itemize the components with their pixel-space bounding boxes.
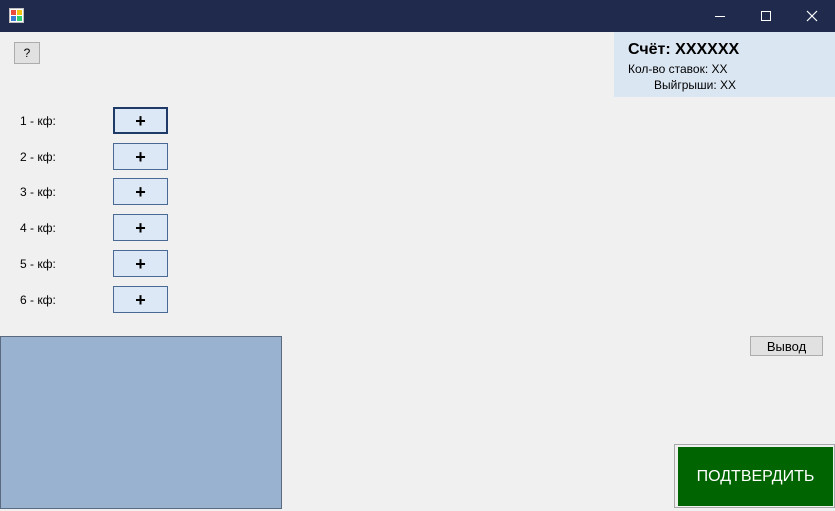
add-odds-button-2[interactable]: + bbox=[113, 143, 168, 170]
maximize-button[interactable] bbox=[743, 0, 789, 32]
title-bar bbox=[0, 0, 835, 32]
odds-row-2: 2 - кф: + bbox=[0, 143, 180, 171]
add-odds-button-4[interactable]: + bbox=[113, 214, 168, 241]
output-button[interactable]: Вывод bbox=[750, 336, 823, 356]
odds-label: 4 - кф: bbox=[20, 221, 56, 235]
odds-row-5: 5 - кф: + bbox=[0, 250, 180, 278]
minimize-button[interactable] bbox=[697, 0, 743, 32]
odds-label: 1 - кф: bbox=[20, 114, 56, 128]
odds-label: 2 - кф: bbox=[20, 150, 56, 164]
wins-count: Выйгрыши: XX bbox=[654, 78, 737, 92]
score-panel: Счёт: XXXXXX Кол-во ставок: XX Выйгрыши:… bbox=[614, 32, 835, 97]
score-title: Счёт: XXXXXX bbox=[628, 41, 740, 58]
odds-label: 6 - кф: bbox=[20, 293, 56, 307]
close-icon bbox=[806, 10, 818, 22]
add-odds-button-3[interactable]: + bbox=[113, 178, 168, 205]
odds-row-6: 6 - кф: + bbox=[0, 286, 180, 314]
add-odds-button-6[interactable]: + bbox=[113, 286, 168, 313]
odds-row-1: 1 - кф: + bbox=[0, 107, 180, 135]
app-icon bbox=[9, 8, 24, 23]
client-area: ? Счёт: XXXXXX Кол-во ставок: XX Выйгрыш… bbox=[0, 32, 835, 511]
confirm-button[interactable]: ПОДТВЕРДИТЬ bbox=[678, 447, 833, 506]
help-button[interactable]: ? bbox=[14, 42, 40, 64]
add-odds-button-1[interactable]: + bbox=[113, 107, 168, 134]
add-odds-button-5[interactable]: + bbox=[113, 250, 168, 277]
odds-label: 5 - кф: bbox=[20, 257, 56, 271]
bets-count: Кол-во ставок: XX bbox=[628, 62, 728, 76]
close-button[interactable] bbox=[789, 0, 835, 32]
minimize-icon bbox=[715, 16, 725, 17]
odds-label: 3 - кф: bbox=[20, 185, 56, 199]
maximize-icon bbox=[761, 11, 771, 21]
output-panel[interactable] bbox=[0, 336, 282, 509]
odds-row-3: 3 - кф: + bbox=[0, 178, 180, 206]
odds-row-4: 4 - кф: + bbox=[0, 214, 180, 242]
confirm-button-frame: ПОДТВЕРДИТЬ bbox=[674, 444, 835, 508]
